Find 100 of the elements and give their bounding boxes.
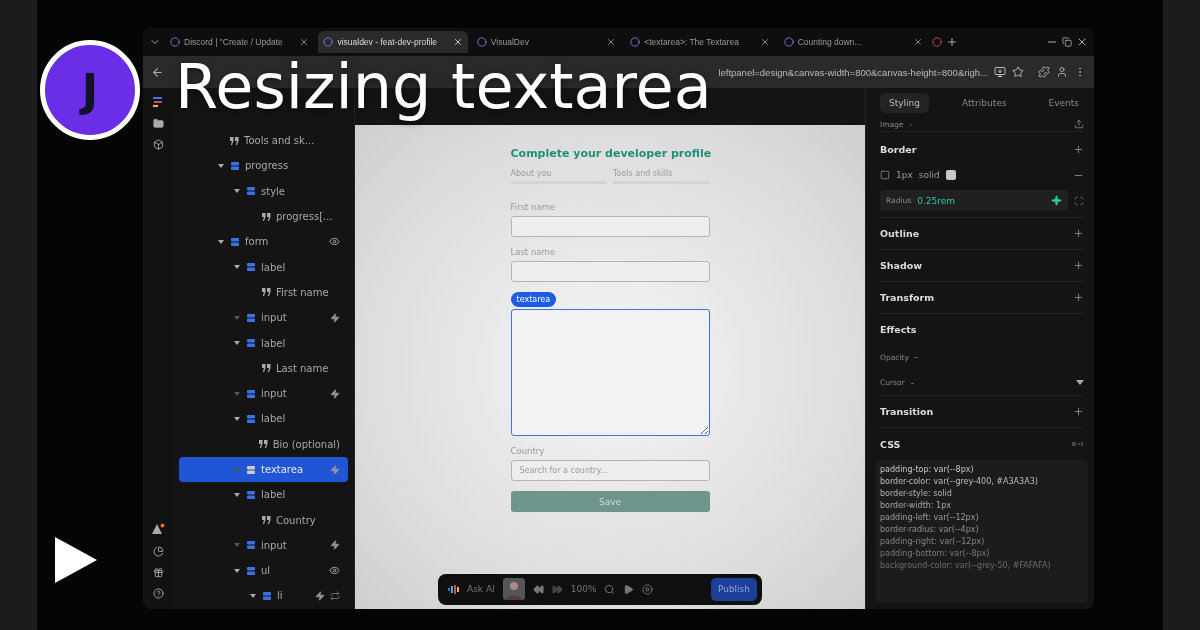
- tree-label: form: [245, 236, 270, 248]
- element-icon: [246, 312, 256, 323]
- help-icon[interactable]: [152, 587, 164, 599]
- element-icon: [246, 186, 256, 197]
- address-text[interactable]: leftpanel=design&canvas-width=800&canvas-height=800&righ...: [718, 66, 988, 78]
- tree-item[interactable]: textarea: [179, 456, 348, 483]
- new-tab-icon[interactable]: [946, 36, 959, 48]
- field-label: First name: [510, 202, 557, 212]
- close-icon[interactable]: [299, 37, 310, 47]
- code-line: border-radius: var(--4px): [880, 524, 980, 536]
- tree-item[interactable]: li: [179, 583, 348, 609]
- browser-tab[interactable]: visualdev - feat-dev-profile: [318, 31, 468, 53]
- add-icon[interactable]: [1073, 228, 1084, 239]
- browser-tab[interactable]: <textarea>: The Textarea: [625, 31, 775, 53]
- element-icon: [246, 489, 256, 500]
- close-icon[interactable]: [913, 37, 924, 47]
- tree-item[interactable]: input: [179, 532, 348, 559]
- color-swatch[interactable]: [945, 170, 956, 180]
- rewind-icon[interactable]: [532, 583, 544, 595]
- tree-item[interactable]: progress[...: [179, 203, 348, 230]
- tree-item[interactable]: Country: [179, 507, 348, 533]
- ask-ai-button[interactable]: Ask AI: [467, 584, 495, 595]
- section-title: Transition: [880, 406, 935, 417]
- element-icon: [246, 262, 256, 273]
- panel-tab[interactable]: Events: [1039, 92, 1088, 113]
- zoom-icon[interactable]: [604, 583, 616, 595]
- app-logo-icon: [152, 96, 164, 108]
- gift-icon[interactable]: [152, 566, 164, 578]
- bookmark-icon[interactable]: [1012, 66, 1024, 78]
- zoom-level: 100%: [570, 584, 597, 595]
- close-icon[interactable]: [606, 37, 617, 47]
- element-badge: textarea: [510, 292, 557, 307]
- tree-item[interactable]: style: [179, 178, 348, 204]
- tree-item[interactable]: label: [179, 406, 348, 432]
- caret-icon[interactable]: [1076, 379, 1084, 386]
- folder-icon[interactable]: [152, 118, 164, 129]
- tree-label: input: [261, 388, 288, 400]
- border-style[interactable]: solid: [918, 170, 940, 180]
- close-icon[interactable]: [759, 37, 770, 47]
- code-line: border-color: var(--grey-400, #A3A3A3): [880, 476, 1039, 488]
- browser-tab[interactable]: Discord | "Create / Update: [165, 31, 315, 53]
- tree-item[interactable]: input: [179, 380, 348, 407]
- tree-item[interactable]: Bio (optional): [179, 431, 348, 457]
- border-width[interactable]: 1px: [896, 170, 913, 180]
- quote-icon: [258, 440, 268, 449]
- stop-icon[interactable]: [642, 583, 654, 595]
- tree-item[interactable]: label: [179, 330, 348, 356]
- section-title: CSS: [880, 438, 902, 450]
- add-icon[interactable]: [1073, 292, 1084, 303]
- tree-item[interactable]: Last name: [179, 355, 348, 381]
- tree-item[interactable]: input: [179, 305, 348, 331]
- extensions-icon[interactable]: [1038, 66, 1050, 78]
- back-icon[interactable]: [151, 65, 164, 79]
- add-icon[interactable]: [1073, 406, 1084, 417]
- package-icon[interactable]: [152, 139, 164, 150]
- restore-icon[interactable]: [1062, 37, 1073, 47]
- tree-item[interactable]: label: [179, 254, 348, 280]
- code-line: padding-bottom: var(--8px): [880, 548, 991, 560]
- panel-tab[interactable]: Attributes: [953, 92, 1016, 113]
- add-icon[interactable]: [1073, 143, 1084, 155]
- upload-icon[interactable]: [1074, 119, 1084, 129]
- panel-tab[interactable]: Styling: [880, 92, 929, 113]
- warning-icon[interactable]: [151, 522, 165, 536]
- element-icon: [246, 388, 256, 399]
- input-field[interactable]: [510, 261, 710, 282]
- input-field[interactable]: Search for a country...: [510, 460, 710, 481]
- tree-label: Bio (optional): [272, 438, 340, 450]
- tree-item[interactable]: form: [179, 229, 348, 255]
- tree-label: label: [261, 413, 287, 425]
- browser-tab[interactable]: Counting down...: [778, 31, 929, 53]
- quote-icon: [262, 212, 271, 221]
- tree-item[interactable]: label: [179, 482, 348, 508]
- close-icon[interactable]: [452, 37, 463, 47]
- publish-button[interactable]: Publish: [710, 577, 757, 601]
- tree-label: label: [261, 261, 287, 273]
- browser-tab[interactable]: VisualDev: [471, 31, 622, 53]
- element-icon: [246, 540, 256, 551]
- add-icon[interactable]: [1073, 260, 1084, 271]
- favicon-icon: [323, 37, 334, 47]
- tree-label: First name: [276, 286, 330, 298]
- pie-chart-icon[interactable]: [152, 545, 164, 557]
- play-icon[interactable]: [55, 537, 97, 583]
- property-value[interactable]: -: [910, 377, 914, 388]
- code-line: border-width: 1px: [880, 500, 952, 512]
- tree-label: li: [277, 590, 284, 602]
- textarea-field[interactable]: [510, 309, 710, 436]
- tree-item[interactable]: First name: [179, 279, 348, 306]
- tree-item[interactable]: Tools and sk...: [179, 128, 348, 154]
- tree-label: Tools and sk...: [244, 135, 316, 147]
- section-title: Border: [880, 143, 918, 155]
- tree-item[interactable]: ul: [179, 558, 348, 584]
- property-value[interactable]: -: [914, 352, 919, 362]
- install-icon[interactable]: [994, 66, 1006, 78]
- code-line: padding-right: var(--12px): [880, 536, 986, 548]
- element-icon: [246, 464, 256, 475]
- input-field[interactable]: [510, 216, 710, 237]
- favicon-icon: [476, 37, 487, 47]
- element-icon: [246, 565, 256, 576]
- profile-icon[interactable]: [1056, 66, 1068, 78]
- tree-item[interactable]: progress: [179, 153, 348, 179]
